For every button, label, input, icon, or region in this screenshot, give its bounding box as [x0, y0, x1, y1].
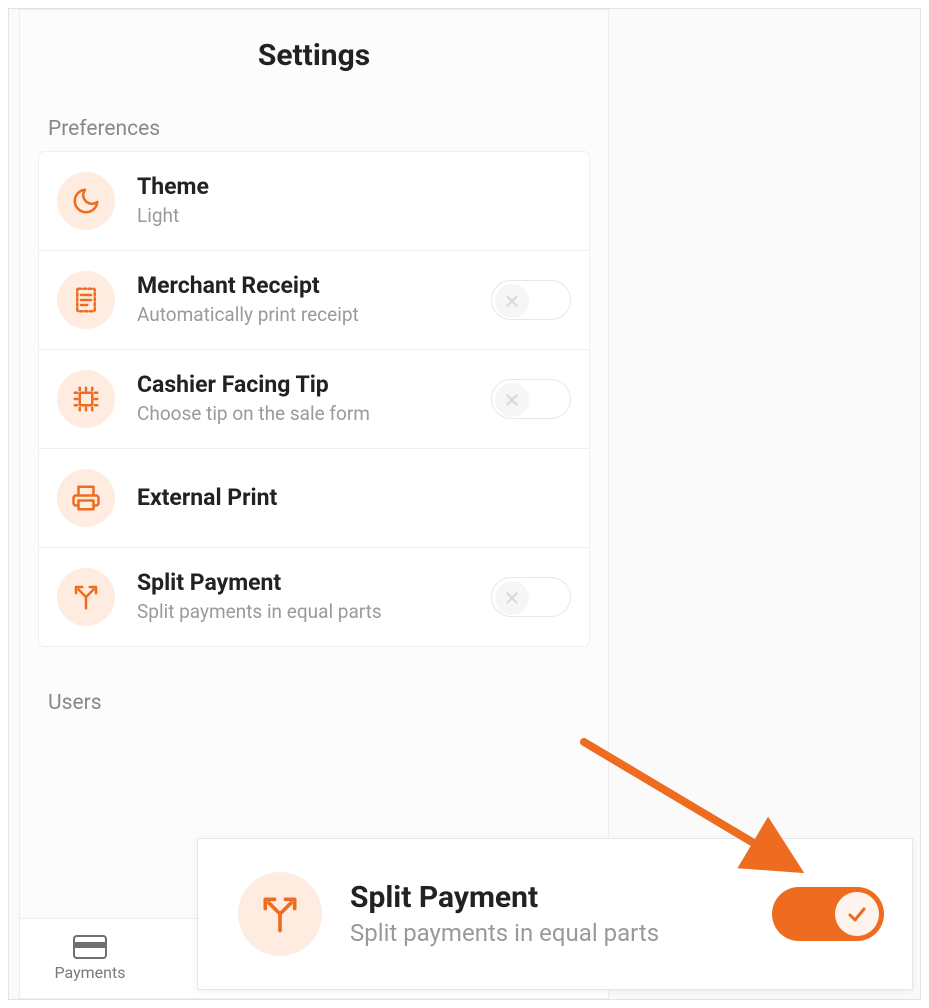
row-sub: Split payments in equal parts: [137, 600, 491, 625]
row-sub: Light: [137, 204, 571, 229]
callout-title: Split Payment: [350, 879, 772, 917]
row-split-payment[interactable]: Split Payment Split payments in equal pa…: [39, 548, 589, 646]
row-external-print[interactable]: External Print: [39, 449, 589, 548]
page-frame: Settings Preferences Theme Light: [8, 8, 921, 1000]
nav-item-label: Payments: [30, 963, 150, 982]
row-text: Merchant Receipt Automatically print rec…: [137, 272, 491, 327]
page-title: Settings: [20, 38, 608, 73]
row-title: Merchant Receipt: [137, 272, 491, 301]
row-title: Cashier Facing Tip: [137, 371, 491, 400]
section-label-users: Users: [48, 691, 608, 715]
row-merchant-receipt[interactable]: Merchant Receipt Automatically print rec…: [39, 251, 589, 350]
chip-icon: [57, 370, 115, 428]
toggle-split-payment-on[interactable]: [772, 887, 884, 941]
row-title: Split Payment: [137, 569, 491, 598]
callout-sub: Split payments in equal parts: [350, 918, 660, 949]
callout-split-payment: Split Payment Split payments in equal pa…: [197, 838, 913, 990]
row-title: External Print: [137, 484, 571, 513]
row-cashier-tip[interactable]: Cashier Facing Tip Choose tip on the sal…: [39, 350, 589, 449]
row-theme[interactable]: Theme Light: [39, 152, 589, 251]
check-icon: [835, 892, 879, 936]
row-text: Theme Light: [137, 173, 571, 228]
row-text: External Print: [137, 484, 571, 513]
toggle-split-payment[interactable]: [491, 577, 571, 617]
nav-item-payments[interactable]: Payments: [30, 935, 150, 982]
row-sub: Choose tip on the sale form: [137, 402, 491, 427]
row-text: Cashier Facing Tip Choose tip on the sal…: [137, 371, 491, 426]
toggle-cashier-tip[interactable]: [491, 379, 571, 419]
row-sub: Automatically print receipt: [137, 303, 491, 328]
toggle-merchant-receipt[interactable]: [491, 280, 571, 320]
close-icon: [495, 581, 529, 615]
section-label-preferences: Preferences: [48, 117, 608, 141]
card-icon: [30, 935, 150, 959]
preferences-card: Theme Light Merchant Receipt Automatic: [38, 151, 590, 647]
split-icon: [238, 872, 322, 956]
printer-icon: [57, 469, 115, 527]
split-icon: [57, 568, 115, 626]
close-icon: [495, 284, 529, 318]
row-text: Split Payment Split payments in equal pa…: [137, 569, 491, 624]
callout-text: Split Payment Split payments in equal pa…: [350, 879, 772, 950]
moon-icon: [57, 172, 115, 230]
row-title: Theme: [137, 173, 571, 202]
receipt-icon: [57, 271, 115, 329]
close-icon: [495, 383, 529, 417]
